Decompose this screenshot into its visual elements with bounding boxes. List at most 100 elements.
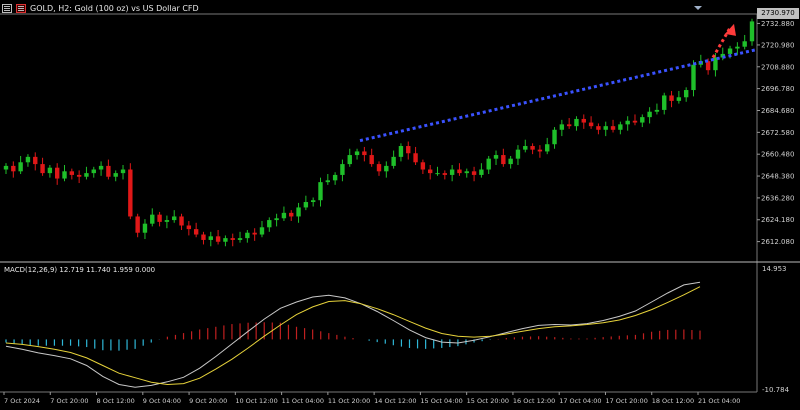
candle-body xyxy=(11,165,16,172)
candle-body xyxy=(596,126,601,130)
candle-body xyxy=(471,171,477,175)
time-tick-label: 9 Oct 04:00 xyxy=(143,397,181,405)
candle-body xyxy=(18,162,23,172)
candle-body xyxy=(325,180,330,183)
price-tick-label: 2636.280 xyxy=(761,194,794,202)
candle-body xyxy=(223,238,228,242)
candle-body xyxy=(267,220,272,228)
candle-body xyxy=(3,165,9,170)
candle-body xyxy=(537,149,543,152)
candle-body xyxy=(179,216,184,226)
candle-body xyxy=(376,164,382,172)
candle-body xyxy=(479,169,484,175)
macd-bottom-label: -10.784 xyxy=(762,386,790,394)
candle-body xyxy=(142,223,148,233)
candle-body xyxy=(208,236,213,240)
candle-body xyxy=(501,155,506,165)
candle-body xyxy=(610,126,616,130)
price-tick-label: 2624.180 xyxy=(761,216,794,224)
candle-body xyxy=(69,171,75,175)
candle-body xyxy=(530,146,535,150)
candle-body xyxy=(625,120,630,125)
candle-body xyxy=(98,165,104,170)
time-tick-label: 11 Oct 04:00 xyxy=(282,397,324,405)
candle-body xyxy=(215,236,221,242)
candle-body xyxy=(588,122,594,127)
time-tick-label: 17 Oct 04:00 xyxy=(559,397,601,405)
trendline-dotted xyxy=(359,48,756,143)
candle-body xyxy=(303,202,309,208)
candle-body xyxy=(310,200,316,203)
candle-body xyxy=(398,146,404,157)
time-tick-label: 7 Oct 2024 xyxy=(4,397,40,405)
candle-body xyxy=(647,111,652,118)
candle-body xyxy=(662,95,667,110)
candle-body xyxy=(369,155,374,165)
candle-body xyxy=(515,149,521,159)
candle-body xyxy=(508,158,513,165)
time-tick-label: 8 Oct 12:00 xyxy=(97,397,135,405)
price-tick-label: 2732.880 xyxy=(761,20,794,28)
candle-body xyxy=(274,218,279,221)
candle-body xyxy=(683,90,689,98)
candle-body xyxy=(493,155,499,159)
candle-body xyxy=(669,95,674,101)
candle-body xyxy=(442,173,448,175)
candle-body xyxy=(486,158,491,170)
price-tick-label: 2708.880 xyxy=(761,63,794,71)
candle-body xyxy=(332,174,338,181)
candle-body xyxy=(654,109,660,112)
candle-body xyxy=(84,173,89,177)
time-tick-label: 10 Oct 12:00 xyxy=(235,397,277,405)
candle-body xyxy=(40,164,45,174)
candle-body xyxy=(245,232,250,239)
candle-body xyxy=(640,117,645,123)
candle-body xyxy=(545,144,550,152)
candlestick-series xyxy=(3,18,755,247)
time-tick-label: 9 Oct 20:00 xyxy=(189,397,227,405)
candle-body xyxy=(106,165,111,177)
candle-body xyxy=(135,216,140,233)
candle-body xyxy=(201,234,206,240)
candle-body xyxy=(186,225,192,230)
price-tick-label: 2720.980 xyxy=(761,41,794,49)
candle-body xyxy=(281,212,287,219)
candle-body xyxy=(91,169,96,174)
candle-body xyxy=(581,118,586,123)
candle-body xyxy=(76,174,82,177)
trendline-group[interactable] xyxy=(359,6,756,143)
candle-body xyxy=(259,227,265,235)
time-tick-label: 7 Oct 20:00 xyxy=(50,397,88,405)
candle-body xyxy=(193,229,199,235)
macd-line xyxy=(5,281,701,388)
candle-body xyxy=(406,146,411,154)
chart-window: GOLD, H2: Gold (100 oz) vs US Dollar CFD… xyxy=(0,0,800,410)
candle-body xyxy=(435,173,440,175)
candle-body xyxy=(47,167,53,174)
candle-body xyxy=(428,169,433,174)
candle-body xyxy=(457,169,462,174)
candle-body xyxy=(347,155,352,165)
candle-body xyxy=(252,232,257,235)
price-tick-label: 2672.580 xyxy=(761,129,794,137)
candle-body xyxy=(559,124,565,130)
price-chart[interactable]: 2732.880 2720.980 2708.880 2696.780 2684.680… xyxy=(0,0,800,410)
candle-body xyxy=(676,97,682,101)
candle-body xyxy=(296,207,301,217)
candle-body xyxy=(618,124,623,130)
candle-body xyxy=(113,173,118,177)
current-bar-marker xyxy=(694,6,702,10)
price-tick-label: 2612.080 xyxy=(761,238,794,246)
macd-top-label: 14.953 xyxy=(762,265,787,273)
time-tick-label: 15 Oct 20:00 xyxy=(467,397,509,405)
candle-body xyxy=(735,46,740,49)
candle-body xyxy=(384,165,389,172)
candle-body xyxy=(552,129,557,145)
candle-body xyxy=(449,169,455,175)
candle-body xyxy=(340,164,345,175)
candle-body xyxy=(237,238,243,240)
price-tick-label: 2696.780 xyxy=(761,85,794,93)
projection-arrow-head xyxy=(725,23,736,36)
candle-body xyxy=(523,146,528,150)
price-tick-label: 2684.680 xyxy=(761,107,794,115)
